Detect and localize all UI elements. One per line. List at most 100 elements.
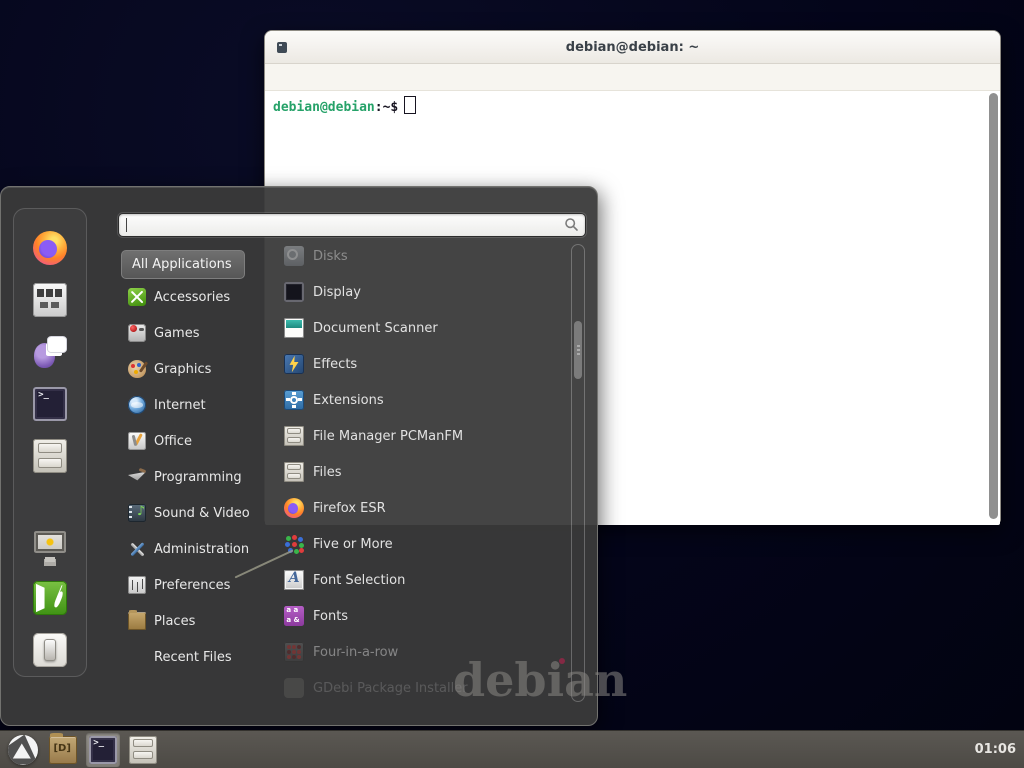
- category-item[interactable]: Programming: [121, 459, 285, 495]
- gdebi-icon: [284, 678, 304, 698]
- favorite-item[interactable]: [14, 624, 86, 676]
- extensions-icon: [284, 390, 304, 410]
- terminal-scrollbar[interactable]: [989, 93, 998, 519]
- application-item[interactable]: Fonts: [284, 598, 560, 634]
- file-manager-icon: [284, 426, 304, 446]
- terminal-icon: [33, 387, 67, 421]
- favorite-item[interactable]: [14, 430, 86, 482]
- search-input[interactable]: [119, 214, 585, 236]
- window-control[interactable]: [905, 41, 918, 54]
- search-icon: [564, 217, 579, 232]
- category-label: Graphics: [154, 362, 211, 377]
- application-item[interactable]: Firefox ESR: [284, 490, 560, 526]
- category-item[interactable]: Office: [121, 423, 285, 459]
- font-selection-icon: [284, 570, 304, 590]
- terminal-cursor: [404, 96, 416, 114]
- favorite-item[interactable]: [14, 572, 86, 624]
- terminal-menubar: [265, 64, 1000, 91]
- menu-button-icon: [8, 735, 38, 765]
- favorite-item[interactable]: [14, 326, 86, 378]
- application-label: GDebi Package Installer: [313, 681, 468, 696]
- favorite-item[interactable]: [14, 520, 86, 572]
- menu-scrollbar-thumb[interactable]: [574, 321, 582, 379]
- category-label: Internet: [154, 398, 206, 413]
- application-item[interactable]: Effects: [284, 346, 560, 382]
- taskbar-button[interactable]: [6, 733, 40, 767]
- application-label: File Manager PCManFM: [313, 429, 463, 444]
- disks-icon: [284, 246, 304, 266]
- favorite-item[interactable]: [14, 274, 86, 326]
- debian-watermark: debian: [453, 653, 627, 707]
- application-label: Extensions: [313, 393, 384, 408]
- application-label: Document Scanner: [313, 321, 438, 336]
- application-label: Five or More: [313, 537, 393, 552]
- clock[interactable]: 01:06: [975, 742, 1016, 757]
- administration-icon: [128, 540, 146, 558]
- application-label: Effects: [313, 357, 357, 372]
- accessories-icon: [128, 288, 146, 306]
- taskbar-button[interactable]: [86, 733, 120, 767]
- category-label: Accessories: [154, 290, 230, 305]
- menu-scrollbar-track[interactable]: [571, 244, 585, 702]
- category-list: All Applications Accessories Games Graph…: [121, 250, 285, 675]
- category-label: Programming: [154, 470, 242, 485]
- category-item[interactable]: Preferences: [121, 567, 285, 603]
- terminal-prompt: debian@debian:~$: [265, 91, 1000, 115]
- four-in-a-row-icon: [284, 642, 304, 662]
- shutdown-icon: [33, 633, 67, 667]
- application-item[interactable]: Document Scanner: [284, 310, 560, 346]
- application-item[interactable]: File Manager PCManFM: [284, 418, 560, 454]
- category-label: Games: [154, 326, 199, 341]
- taskbar: 01:06: [0, 730, 1024, 768]
- category-item[interactable]: Accessories: [121, 279, 285, 315]
- office-icon: [128, 432, 146, 450]
- category-item[interactable]: Recent Files: [121, 639, 285, 675]
- desktop: debian@debian: ~ debian@debian:~$: [0, 0, 1024, 768]
- file-cabinet-icon: [33, 439, 67, 473]
- taskbar-button[interactable]: [126, 733, 160, 767]
- application-item[interactable]: Extensions: [284, 382, 560, 418]
- category-label: Administration: [154, 542, 249, 557]
- folder-debian-icon: [49, 736, 77, 764]
- preferences-icon: [128, 576, 146, 594]
- category-item[interactable]: Graphics: [121, 351, 285, 387]
- application-item[interactable]: Font Selection: [284, 562, 560, 598]
- category-label: Sound & Video: [154, 506, 250, 521]
- display-icon: [284, 282, 304, 302]
- favorite-item[interactable]: [14, 378, 86, 430]
- firefox-icon: [284, 498, 304, 518]
- category-label: Preferences: [154, 578, 230, 593]
- lock-screen-icon: [33, 529, 67, 563]
- category-label: Places: [154, 614, 195, 629]
- category-item[interactable]: Games: [121, 315, 285, 351]
- taskbar-button[interactable]: [46, 733, 80, 767]
- programming-icon: [128, 468, 146, 486]
- favorite-item[interactable]: [14, 482, 86, 520]
- application-item[interactable]: Disks: [284, 238, 560, 274]
- application-item[interactable]: Five or More: [284, 526, 560, 562]
- category-item[interactable]: All Applications: [121, 250, 245, 279]
- games-icon: [128, 324, 146, 342]
- terminal-window-title: debian@debian: ~: [265, 40, 1000, 55]
- category-item[interactable]: Administration: [121, 531, 285, 567]
- application-item[interactable]: Display: [284, 274, 560, 310]
- window-control[interactable]: [973, 41, 986, 54]
- firefox-icon: [33, 231, 67, 265]
- tray-icons: [923, 741, 966, 758]
- files-icon: [284, 462, 304, 482]
- application-label: Display: [313, 285, 361, 300]
- prompt-suffix: :~$: [375, 100, 398, 115]
- terminal-titlebar[interactable]: debian@debian: ~: [265, 31, 1000, 64]
- window-control[interactable]: [939, 41, 952, 54]
- category-item[interactable]: Internet: [121, 387, 285, 423]
- category-item[interactable]: Places: [121, 603, 285, 639]
- category-item[interactable]: Sound & Video: [121, 495, 285, 531]
- favorite-item[interactable]: [14, 222, 86, 274]
- places-icon: [128, 612, 146, 630]
- application-label: Font Selection: [313, 573, 405, 588]
- terminal-icon: [89, 736, 117, 764]
- application-menu: All Applications Accessories Games Graph…: [0, 186, 598, 726]
- application-item[interactable]: Files: [284, 454, 560, 490]
- window-controls: [905, 41, 986, 54]
- taskbar-launchers: [0, 733, 160, 767]
